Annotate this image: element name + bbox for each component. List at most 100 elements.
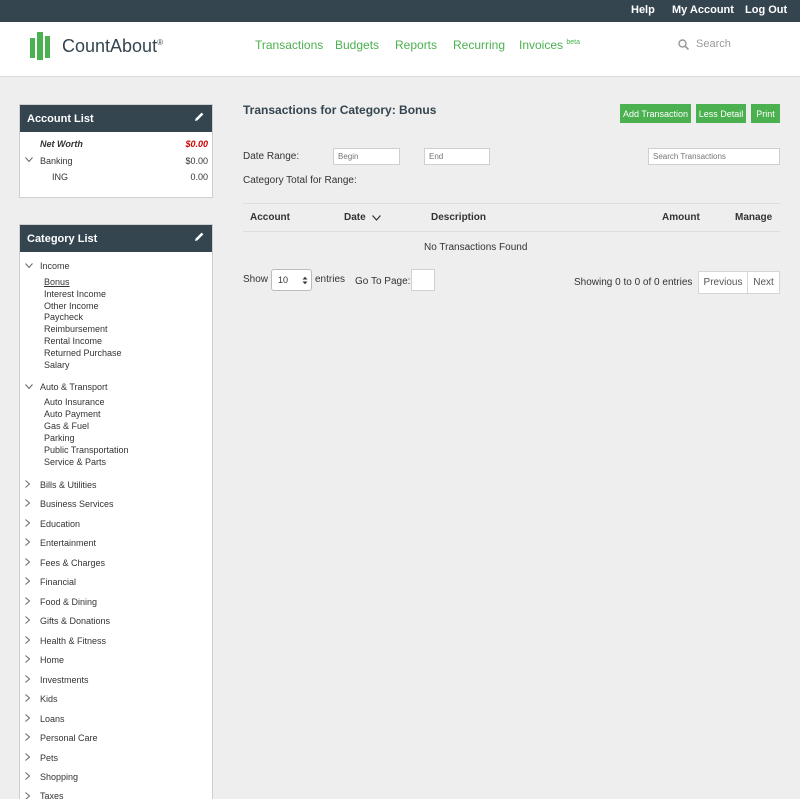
chevron-right-icon[interactable] bbox=[25, 499, 31, 507]
category-auto-transport[interactable]: Auto & Transport bbox=[40, 382, 108, 392]
empty-table-message: No Transactions Found bbox=[424, 242, 528, 253]
category-shopping[interactable]: Shopping bbox=[40, 772, 78, 782]
table-top-divider bbox=[243, 203, 780, 204]
category-loans[interactable]: Loans bbox=[40, 714, 65, 724]
chevron-right-icon[interactable] bbox=[25, 636, 31, 644]
category-salary[interactable]: Salary bbox=[44, 360, 70, 370]
chevron-right-icon[interactable] bbox=[25, 558, 31, 566]
category-taxes[interactable]: Taxes bbox=[40, 791, 64, 799]
help-link[interactable]: Help bbox=[631, 4, 655, 16]
page-title: Transactions for Category: Bonus bbox=[243, 103, 437, 117]
chevron-right-icon[interactable] bbox=[25, 519, 31, 527]
column-description[interactable]: Description bbox=[431, 212, 486, 223]
nav-budgets[interactable]: Budgets bbox=[335, 38, 379, 52]
category-auto-payment[interactable]: Auto Payment bbox=[44, 409, 101, 419]
page-size-select[interactable]: 10 bbox=[271, 269, 312, 291]
brand-logo[interactable]: CountAbout® bbox=[30, 32, 163, 60]
nav-invoices[interactable]: Invoices beta bbox=[519, 38, 580, 52]
chevron-right-icon[interactable] bbox=[25, 655, 31, 663]
category-pets[interactable]: Pets bbox=[40, 753, 58, 763]
nav-recurring[interactable]: Recurring bbox=[453, 38, 505, 52]
chevron-right-icon[interactable] bbox=[25, 792, 31, 799]
nav-transactions[interactable]: Transactions bbox=[255, 38, 323, 52]
app-header: CountAbout® Transactions Budgets Reports… bbox=[0, 22, 800, 77]
chevron-down-icon[interactable] bbox=[25, 384, 33, 390]
category-education[interactable]: Education bbox=[40, 519, 80, 529]
category-investments[interactable]: Investments bbox=[40, 675, 89, 685]
category-kids[interactable]: Kids bbox=[40, 694, 58, 704]
category-food-dining[interactable]: Food & Dining bbox=[40, 597, 97, 607]
banking-label[interactable]: Banking bbox=[40, 156, 73, 166]
begin-date-input[interactable] bbox=[333, 148, 400, 165]
category-financial[interactable]: Financial bbox=[40, 577, 76, 587]
brand-name: CountAbout® bbox=[62, 35, 163, 56]
category-gifts-donations[interactable]: Gifts & Donations bbox=[40, 616, 110, 626]
category-business-services[interactable]: Business Services bbox=[40, 499, 114, 509]
net-worth-label: Net Worth bbox=[40, 139, 83, 149]
category-income[interactable]: Income bbox=[40, 261, 70, 271]
banking-value: $0.00 bbox=[185, 156, 208, 166]
chevron-down-icon[interactable] bbox=[25, 157, 33, 163]
nav-reports[interactable]: Reports bbox=[395, 38, 437, 52]
category-parking[interactable]: Parking bbox=[44, 433, 75, 443]
category-rental-income[interactable]: Rental Income bbox=[44, 336, 102, 346]
category-health-fitness[interactable]: Health & Fitness bbox=[40, 636, 106, 646]
category-reimbursement[interactable]: Reimbursement bbox=[44, 324, 108, 334]
category-auto-insurance[interactable]: Auto Insurance bbox=[44, 397, 105, 407]
chevron-right-icon[interactable] bbox=[25, 616, 31, 624]
account-list-header: Account List bbox=[20, 105, 212, 132]
chevron-right-icon[interactable] bbox=[25, 733, 31, 741]
my-account-link[interactable]: My Account bbox=[672, 4, 734, 16]
ing-account-value: 0.00 bbox=[190, 172, 208, 182]
category-list-title: Category List bbox=[27, 233, 98, 245]
chevron-right-icon[interactable] bbox=[25, 694, 31, 702]
category-paycheck[interactable]: Paycheck bbox=[44, 312, 83, 322]
category-interest-income[interactable]: Interest Income bbox=[44, 289, 106, 299]
search-icon bbox=[678, 38, 689, 50]
category-entertainment[interactable]: Entertainment bbox=[40, 538, 96, 548]
ing-account-label[interactable]: ING bbox=[52, 172, 68, 182]
column-manage: Manage bbox=[735, 212, 773, 223]
category-fees-charges[interactable]: Fees & Charges bbox=[40, 558, 105, 568]
chevron-right-icon[interactable] bbox=[25, 538, 31, 546]
chevron-right-icon[interactable] bbox=[25, 577, 31, 585]
search-transactions-input[interactable] bbox=[648, 148, 780, 165]
column-date[interactable]: Date bbox=[344, 212, 381, 223]
select-arrows-icon bbox=[302, 276, 308, 285]
chevron-right-icon[interactable] bbox=[25, 675, 31, 683]
previous-page-button[interactable]: Previous bbox=[698, 271, 748, 294]
category-public-transportation[interactable]: Public Transportation bbox=[44, 445, 129, 455]
chevron-right-icon[interactable] bbox=[25, 772, 31, 780]
category-bills-utilities[interactable]: Bills & Utilities bbox=[40, 480, 97, 490]
end-date-input[interactable] bbox=[424, 148, 490, 165]
account-list-title: Account List bbox=[27, 113, 94, 125]
edit-pencil-icon[interactable] bbox=[194, 231, 205, 242]
go-to-page-input[interactable] bbox=[411, 269, 435, 291]
less-detail-button[interactable]: Less Detail bbox=[696, 104, 746, 123]
category-gas-fuel[interactable]: Gas & Fuel bbox=[44, 421, 89, 431]
log-out-link[interactable]: Log Out bbox=[745, 4, 787, 16]
next-page-button[interactable]: Next bbox=[747, 271, 780, 294]
column-account[interactable]: Account bbox=[250, 212, 290, 223]
category-returned-purchase[interactable]: Returned Purchase bbox=[44, 348, 122, 358]
category-bonus[interactable]: Bonus bbox=[44, 277, 70, 287]
category-personal-care[interactable]: Personal Care bbox=[40, 733, 98, 743]
category-home[interactable]: Home bbox=[40, 655, 64, 665]
edit-pencil-icon[interactable] bbox=[194, 111, 205, 122]
date-range-label: Date Range: bbox=[243, 151, 300, 162]
entries-label: entries bbox=[315, 274, 346, 285]
column-amount[interactable]: Amount bbox=[662, 212, 700, 223]
category-service-parts[interactable]: Service & Parts bbox=[44, 457, 106, 467]
add-transaction-button[interactable]: Add Transaction bbox=[620, 104, 691, 123]
category-other-income[interactable]: Other Income bbox=[44, 301, 99, 311]
header-search[interactable]: Search bbox=[678, 38, 731, 50]
top-bar: Help My Account Log Out bbox=[0, 0, 800, 22]
logo-mark-icon bbox=[30, 32, 54, 60]
go-to-page-label: Go To Page: bbox=[355, 276, 411, 287]
chevron-right-icon[interactable] bbox=[25, 714, 31, 722]
print-button[interactable]: Print bbox=[751, 104, 780, 123]
chevron-right-icon[interactable] bbox=[25, 597, 31, 605]
chevron-right-icon[interactable] bbox=[25, 753, 31, 761]
chevron-down-icon[interactable] bbox=[25, 263, 33, 269]
chevron-right-icon[interactable] bbox=[25, 480, 31, 488]
